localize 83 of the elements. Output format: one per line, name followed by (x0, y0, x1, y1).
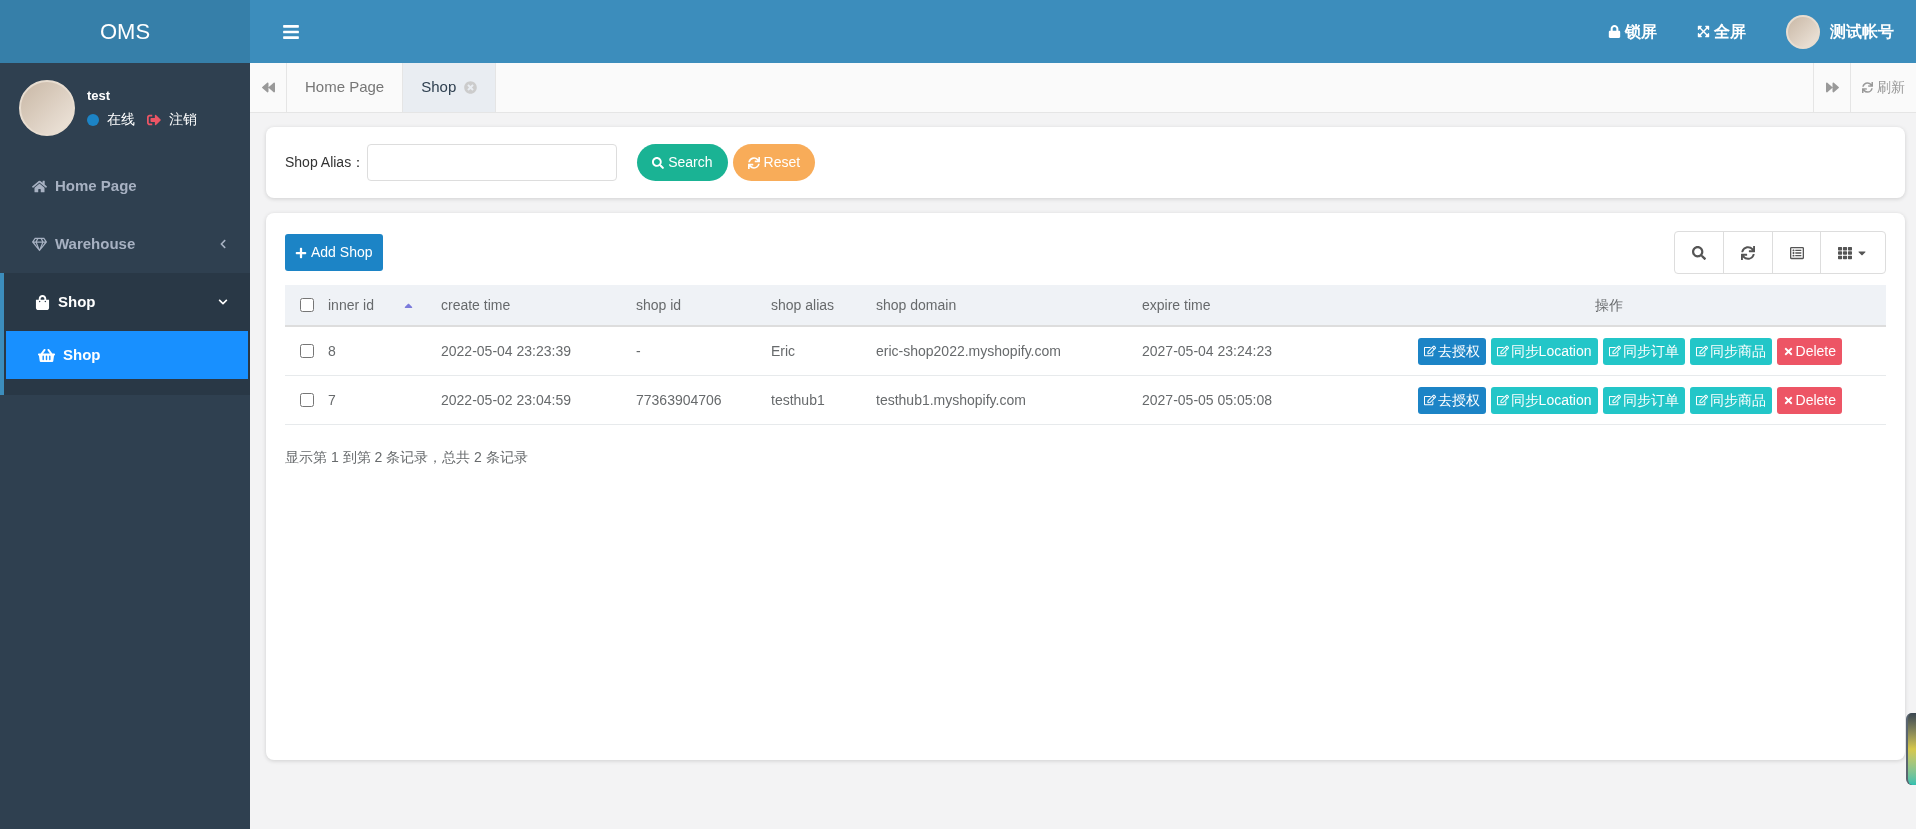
sidebar-item[interactable]: Home Page (0, 157, 250, 215)
refresh-button[interactable]: 刷新 (1850, 63, 1916, 112)
select-all-checkbox[interactable] (299, 298, 314, 312)
close-icon (1782, 394, 1794, 406)
column-header[interactable]: inner id (328, 294, 415, 316)
edit-icon (1496, 345, 1509, 357)
list-icon (1789, 245, 1804, 260)
expand-icon (1697, 25, 1710, 38)
basket-icon (38, 346, 55, 364)
refresh-icon (1862, 82, 1873, 93)
header-action-button[interactable]: 全屏 (1697, 19, 1746, 44)
chevron-down-icon (218, 297, 228, 307)
account-name[interactable]: 测试帐号 (1830, 19, 1894, 44)
row-action-button[interactable]: 同步Location (1490, 386, 1598, 414)
field-label: Shop Alias： (285, 153, 366, 172)
table-cell: 8 (328, 342, 336, 359)
sidebar-item[interactable]: Warehouse (0, 215, 250, 273)
row-action-button[interactable]: 去授权 (1417, 386, 1486, 414)
menu-icon[interactable] (282, 22, 300, 41)
edit-icon (1608, 394, 1621, 406)
table-cell: 2022-05-04 23:23:39 (441, 342, 571, 359)
edit-icon (1608, 345, 1621, 357)
table-cell: 2022-05-02 23:04:59 (441, 391, 571, 408)
avatar-photo-placeholder (1786, 14, 1820, 49)
edit-icon (1695, 345, 1708, 357)
edit-icon (1496, 394, 1509, 406)
grid-icon (1838, 245, 1852, 260)
row-action-button[interactable]: 同步订单 (1602, 337, 1685, 365)
column-header[interactable]: 操作 (1595, 294, 1623, 316)
table-cell: 7 (328, 391, 336, 408)
table-cell: Eric (771, 342, 796, 359)
table-cell: 2027-05-05 05:05:08 (1142, 391, 1272, 408)
double-right-icon (1825, 81, 1839, 94)
table-cell: testhub1 (771, 391, 825, 408)
edit-icon (1423, 394, 1436, 406)
table-cell: - (636, 342, 641, 359)
table-cell: eric-shop2022.myshopify.com (876, 342, 1061, 359)
logo-text: OMS (99, 18, 151, 46)
row-checkbox[interactable] (299, 344, 314, 358)
edit-icon (1423, 345, 1436, 357)
house-icon (32, 178, 47, 194)
plus-icon (295, 246, 307, 259)
table-cell: 77363904706 (636, 391, 722, 408)
double-left-icon (261, 81, 275, 94)
pagination-info: 显示第 1 到第 2 条记录，总共 2 条记录 (285, 448, 529, 467)
search-icon (652, 156, 665, 169)
column-header[interactable]: shop id (636, 294, 682, 316)
search-icon (1692, 245, 1706, 260)
row-action-button[interactable]: 去授权 (1417, 337, 1486, 365)
column-header[interactable]: shop domain (876, 294, 957, 316)
lock-icon (1608, 25, 1621, 38)
status-text: 在线 (107, 110, 135, 130)
logout-icon (147, 112, 161, 127)
user-name: test (87, 86, 112, 105)
refresh-icon (1741, 245, 1755, 260)
side-widget-drawing (1906, 713, 1916, 785)
sidebar-subitem[interactable]: Shop (6, 331, 248, 379)
row-checkbox[interactable] (299, 393, 314, 407)
sidebar-item[interactable]: Shop (4, 273, 250, 331)
table-cell: testhub1.myshopify.com (876, 391, 1026, 408)
row-action-button[interactable]: 同步Location (1490, 337, 1598, 365)
row-action-button[interactable]: 同步商品 (1689, 337, 1772, 365)
bag-icon (35, 294, 50, 310)
edit-icon (1695, 394, 1708, 406)
row-action-button[interactable]: Delete (1776, 386, 1842, 414)
page-tab[interactable]: Shop (403, 63, 497, 112)
add-shop-button[interactable]: Add Shop (285, 234, 383, 271)
column-header[interactable]: shop alias (771, 294, 835, 316)
row-action-button[interactable]: 同步订单 (1602, 386, 1685, 414)
table-cell: 2027-05-04 23:24:23 (1142, 342, 1272, 359)
shop-alias-field[interactable] (367, 144, 618, 181)
column-header[interactable]: expire time (1142, 294, 1211, 316)
avatar-photo-placeholder (19, 80, 75, 136)
column-header[interactable]: create time (441, 294, 511, 316)
row-action-button[interactable]: 同步商品 (1689, 386, 1772, 414)
row-action-button[interactable]: Delete (1776, 337, 1842, 365)
header-action-button[interactable]: 锁屏 (1608, 19, 1657, 44)
diamond-icon (32, 236, 47, 252)
search-button[interactable]: Search (637, 144, 728, 181)
chevron-left-icon (218, 239, 228, 249)
refresh-icon (747, 156, 760, 169)
logout-link[interactable]: 注销 (169, 109, 197, 131)
close-icon (1782, 345, 1794, 357)
